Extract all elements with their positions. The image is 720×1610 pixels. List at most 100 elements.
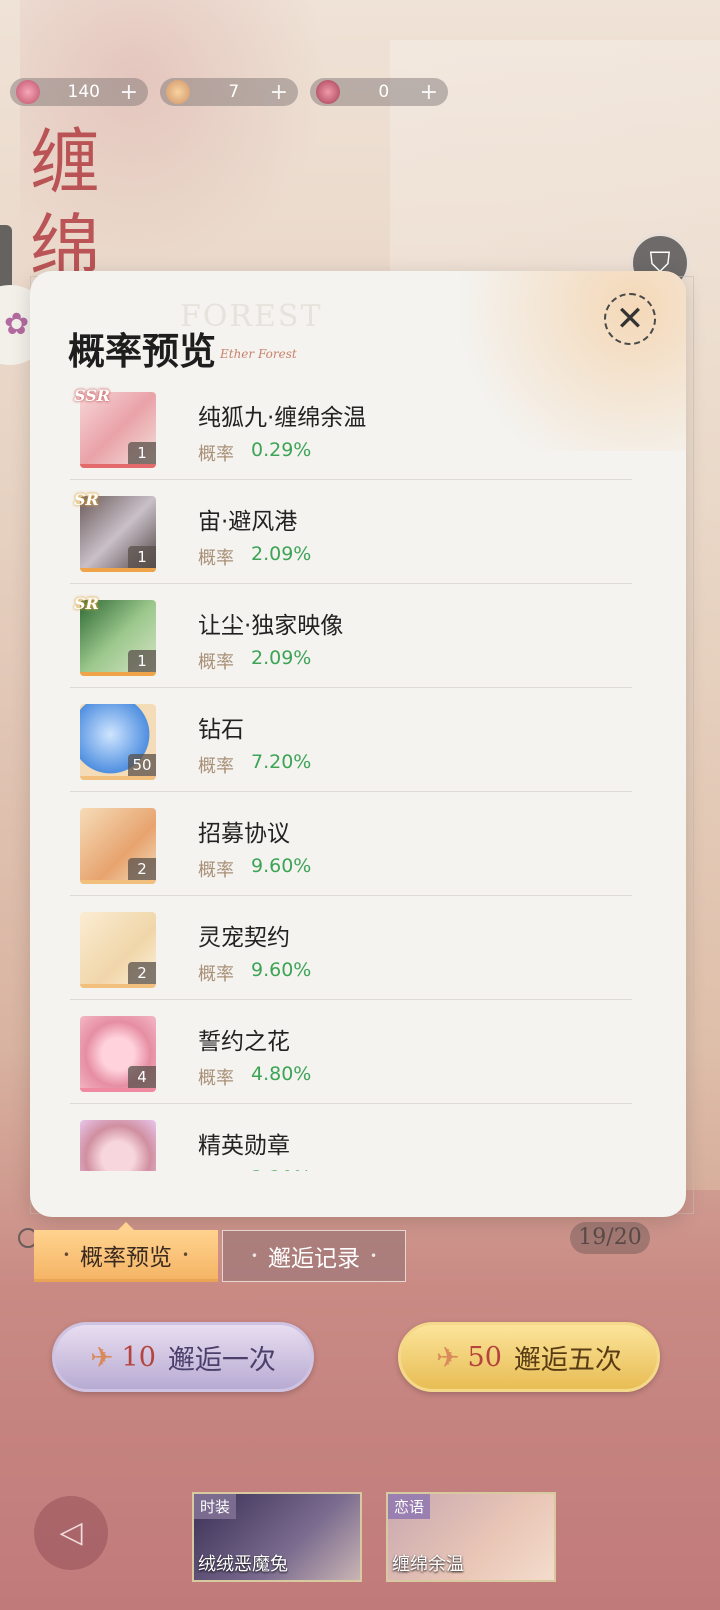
modal-deco-subtext: Ether Forest	[220, 347, 297, 361]
draw-once-button[interactable]: ✈ 10 邂逅一次	[52, 1322, 314, 1392]
item-name: 让尘·独家映像	[198, 613, 344, 639]
rarity-bar	[80, 984, 156, 988]
gem-icon	[16, 80, 40, 104]
pity-counter: 19/20	[570, 1222, 650, 1254]
rate-label: 概率	[198, 1168, 234, 1171]
card-name: 绒绒恶魔兔	[198, 1554, 288, 1575]
dot-icon: •	[250, 1249, 258, 1263]
rate-value: 9.60%	[251, 855, 312, 877]
add-gem-button[interactable]: +	[120, 80, 138, 105]
currency-bar: 140 + 7 + 0 +	[10, 78, 448, 106]
dot-icon: •	[370, 1249, 378, 1263]
item-thumbnail[interactable]: 2	[80, 808, 156, 884]
tab-label: 邂逅记录	[268, 1246, 360, 1272]
rarity-bar	[80, 880, 156, 884]
dot-icon: •	[182, 1247, 190, 1262]
rarity-bar	[80, 464, 156, 468]
currency-value: 7	[228, 82, 240, 102]
currency-crystal: 0 +	[310, 78, 448, 106]
featured-card-story[interactable]: 恋语 缠绵余温	[386, 1492, 556, 1582]
featured-card-outfit[interactable]: 时装 绒绒恶魔兔	[192, 1492, 362, 1582]
item-thumbnail[interactable]	[80, 1120, 156, 1171]
rarity-bar	[80, 1088, 156, 1092]
draw-label: 邂逅一次	[167, 1344, 276, 1376]
rarity-bar	[80, 568, 156, 572]
item-thumbnail[interactable]: 4	[80, 1016, 156, 1092]
rate-value: 9.60%	[251, 959, 312, 981]
draw-cost: 10	[121, 1341, 156, 1373]
modal-title: 概率预览	[68, 329, 216, 373]
currency-value: 0	[378, 82, 390, 102]
rate-value: 4.80%	[251, 1063, 312, 1085]
draw-label: 邂逅五次	[513, 1344, 622, 1376]
rate-item-row: 4 誓约之花概率 4.80%	[70, 1000, 632, 1104]
rate-preview-modal: FOREST Ether Forest 概率预览 ✕ 1 SSR 纯狐九·缠绵余温概…	[30, 271, 686, 1217]
currency-value: 140	[67, 82, 100, 102]
back-arrow-icon: ◁	[59, 1515, 83, 1550]
item-name: 宙·避风港	[198, 509, 298, 535]
item-thumbnail[interactable]: 50	[80, 704, 156, 780]
item-name: 誓约之花	[198, 1029, 290, 1055]
item-count: 1	[128, 442, 156, 464]
tab-draw-history[interactable]: • 邂逅记录 •	[222, 1230, 406, 1282]
rate-label: 概率	[198, 1068, 234, 1089]
close-button[interactable]: ✕	[604, 293, 656, 345]
add-crane-button[interactable]: +	[270, 80, 288, 105]
tab-label: 概率预览	[80, 1244, 172, 1271]
rate-item-row: 1 SR 让尘·独家映像概率 2.09%	[70, 584, 632, 688]
rate-value: 7.20%	[251, 751, 312, 773]
dot-icon: •	[62, 1247, 70, 1262]
rarity-badge: SR	[74, 490, 99, 509]
back-button[interactable]: ◁	[34, 1496, 108, 1570]
currency-crane: 7 +	[160, 78, 298, 106]
rate-value: 2.09%	[251, 647, 312, 669]
rarity-bar	[80, 776, 156, 780]
item-name: 纯狐九·缠绵余温	[198, 405, 367, 431]
rate-item-list[interactable]: 1 SSR 纯狐九·缠绵余温 概率 0.29% 1 SR 宙·避风港 概率 2.09% 1 SR 让尘·…	[70, 376, 632, 1171]
item-art	[80, 1120, 156, 1171]
rate-value: 3.20%	[251, 1167, 311, 1171]
banner-calligraphy: 缠绵	[30, 121, 100, 288]
close-icon: ✕	[615, 299, 645, 339]
rate-label: 概率	[198, 548, 234, 569]
rarity-badge: SSR	[74, 386, 111, 405]
item-name: 钻石	[198, 717, 244, 743]
rate-item-row: 精英勋章概率 3.20%	[70, 1104, 632, 1171]
item-count: 50	[128, 754, 156, 776]
rate-value: 2.09%	[251, 543, 312, 565]
card-tag: 恋语	[388, 1494, 431, 1519]
rate-label: 概率	[198, 652, 234, 673]
rate-item-row: 50 钻石概率 7.20%	[70, 688, 632, 792]
tab-rate-preview[interactable]: • 概率预览 •	[34, 1230, 218, 1282]
item-name: 招募协议	[198, 821, 290, 847]
item-name: 灵宠契约	[198, 925, 290, 951]
rate-label: 概率	[198, 756, 234, 777]
item-thumbnail[interactable]: 2	[80, 912, 156, 988]
paper-crane-icon: ✈	[436, 1340, 460, 1374]
rate-value: 0.29%	[251, 439, 312, 461]
draw-cost: 50	[467, 1341, 502, 1373]
tab-pointer	[118, 1222, 134, 1230]
crystal-icon	[316, 80, 340, 104]
rate-label: 概率	[198, 964, 234, 985]
paper-crane-icon	[166, 80, 190, 104]
rarity-bar	[80, 672, 156, 676]
card-tag: 时装	[194, 1494, 237, 1519]
draw-five-button[interactable]: ✈ 50 邂逅五次	[398, 1322, 660, 1392]
rate-label: 概率	[198, 444, 234, 465]
card-name: 缠绵余温	[392, 1554, 464, 1575]
rate-item-row: 1 SSR 纯狐九·缠绵余温概率 0.29%	[70, 376, 632, 480]
add-crystal-button[interactable]: +	[420, 80, 438, 105]
pinwheel-icon: ✿	[4, 307, 30, 342]
paper-crane-icon: ✈	[90, 1340, 114, 1374]
item-count: 4	[128, 1066, 156, 1088]
item-count: 1	[128, 650, 156, 672]
rarity-badge: SR	[74, 594, 99, 613]
item-name: 精英勋章	[198, 1133, 290, 1159]
rate-item-row: 1 SR 宙·避风港 概率 2.09%	[70, 480, 632, 584]
rate-label: 概率	[198, 860, 234, 881]
currency-gem: 140 +	[10, 78, 148, 106]
item-count: 2	[128, 858, 156, 880]
item-count: 2	[128, 962, 156, 984]
rate-item-row: 2 灵宠契约概率 9.60%	[70, 896, 632, 1000]
